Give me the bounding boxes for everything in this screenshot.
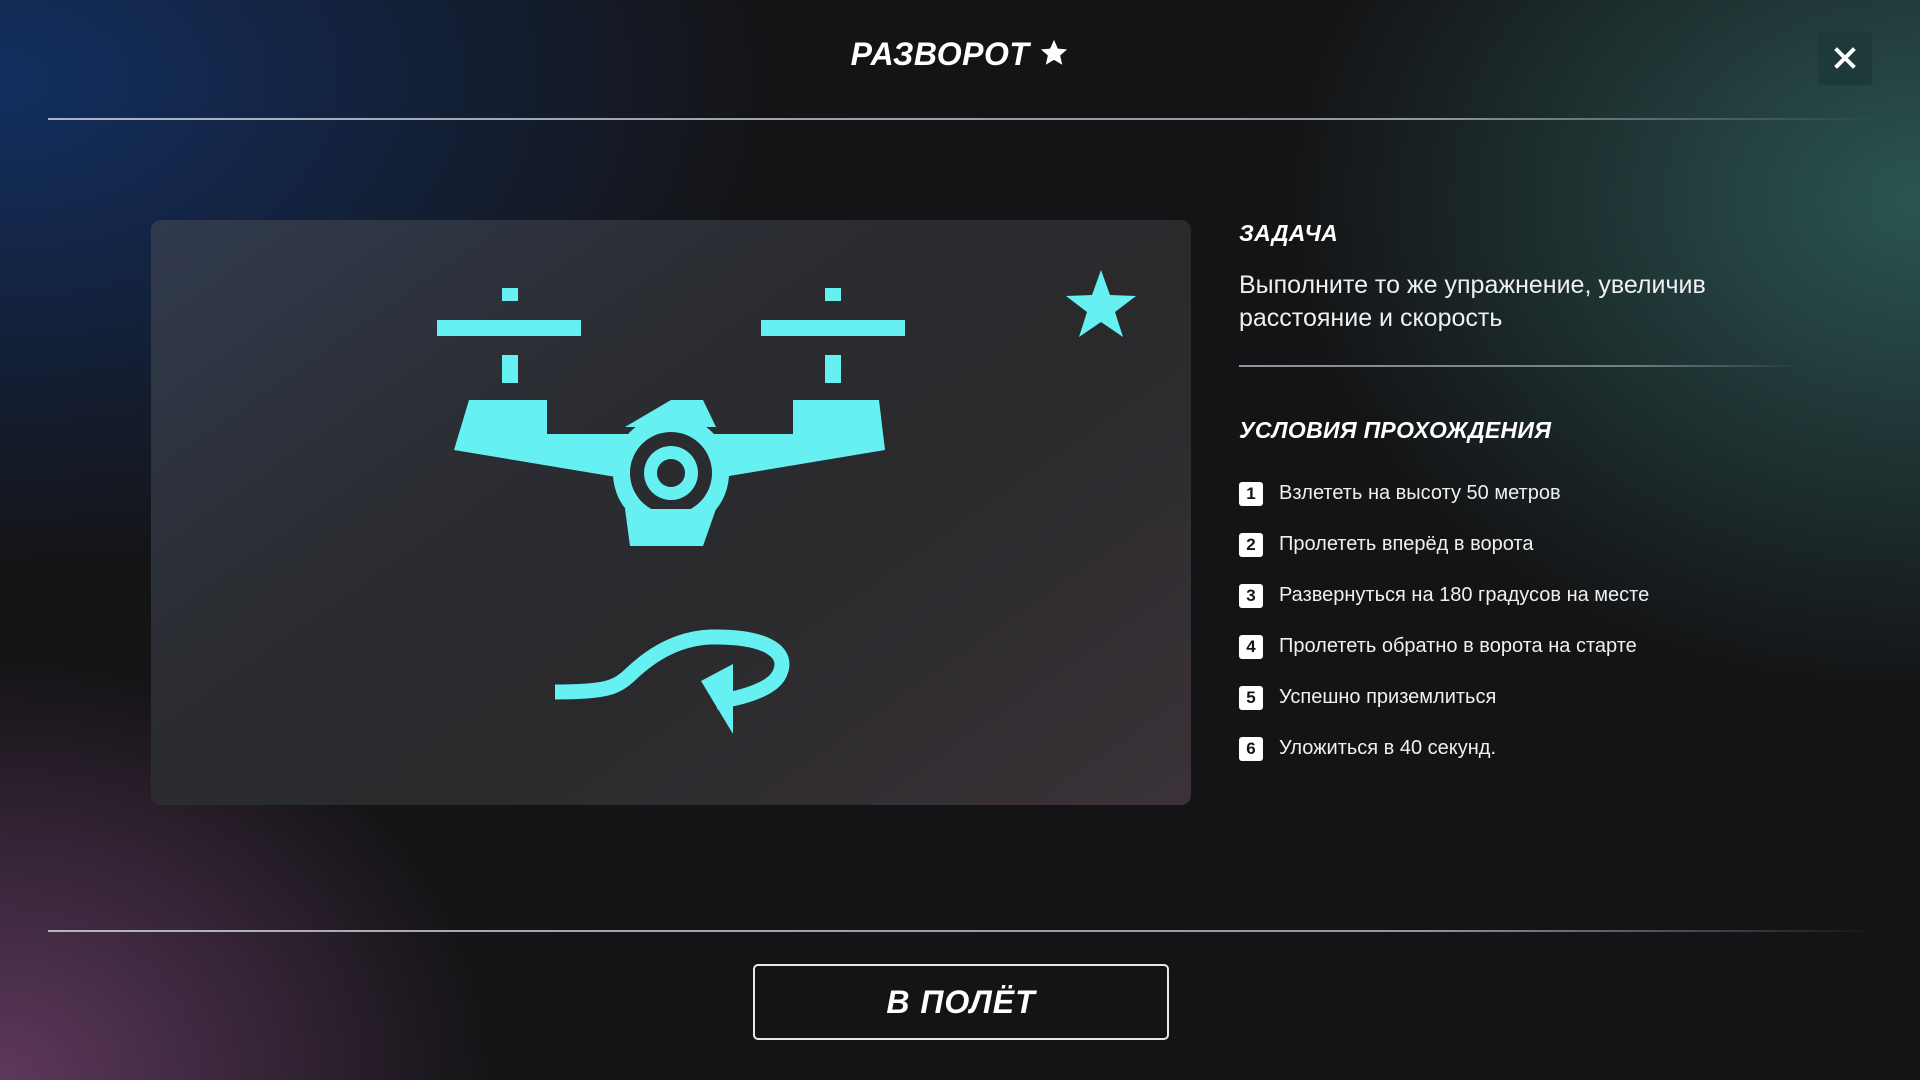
mission-title: РАЗВОРОТ — [850, 36, 1030, 72]
star-icon — [1066, 270, 1136, 337]
star-icon — [1041, 39, 1068, 65]
condition-text: Уложиться в 40 секунд. — [1279, 737, 1497, 759]
condition-text: Успешно приземлиться — [1279, 686, 1497, 708]
condition-text: Пролететь вперёд в ворота — [1279, 533, 1534, 555]
section-divider — [1239, 365, 1799, 367]
condition-number-badge: 2 — [1239, 532, 1263, 557]
close-icon — [1834, 47, 1856, 69]
task-description: Выполните то же упражнение, увеличив рас… — [1239, 271, 1706, 332]
condition-item: 4 Пролететь обратно в ворота на старте — [1239, 621, 1799, 672]
drone-icon — [437, 288, 905, 546]
mission-illustration — [151, 220, 1191, 805]
condition-number-badge: 3 — [1239, 583, 1263, 608]
condition-item: 3 Развернуться на 180 градусов на месте — [1239, 570, 1799, 621]
task-heading: ЗАДАЧА — [1239, 220, 1339, 246]
condition-item: 2 Пролететь вперёд в ворота — [1239, 519, 1799, 570]
condition-number-badge: 4 — [1239, 634, 1263, 659]
header-divider — [48, 118, 1878, 120]
conditions-list: 1 Взлететь на высоту 50 метров 2 Пролете… — [1239, 468, 1799, 774]
condition-number-badge: 1 — [1239, 481, 1263, 506]
footer-divider — [48, 930, 1878, 932]
page-title: РАЗВОРОТ — [0, 36, 1920, 73]
condition-text: Пролететь обратно в ворота на старте — [1279, 635, 1637, 657]
condition-item: 1 Взлететь на высоту 50 метров — [1239, 468, 1799, 519]
close-button[interactable] — [1818, 31, 1872, 85]
condition-number-badge: 5 — [1239, 685, 1263, 710]
conditions-heading: УСЛОВИЯ ПРОХОЖДЕНИЯ — [1239, 417, 1552, 443]
condition-item: 5 Успешно приземлиться — [1239, 672, 1799, 723]
condition-text: Развернуться на 180 градусов на месте — [1279, 584, 1650, 606]
u-turn-arrow-icon — [554, 629, 790, 734]
condition-number-badge: 6 — [1239, 736, 1263, 761]
condition-item: 6 Уложиться в 40 секунд. — [1239, 723, 1799, 774]
mission-details: ЗАДАЧА Выполните то же упражнение, увели… — [1239, 220, 1799, 774]
condition-text: Взлететь на высоту 50 метров — [1279, 482, 1561, 504]
fly-button[interactable]: В ПОЛЁТ — [753, 964, 1169, 1040]
